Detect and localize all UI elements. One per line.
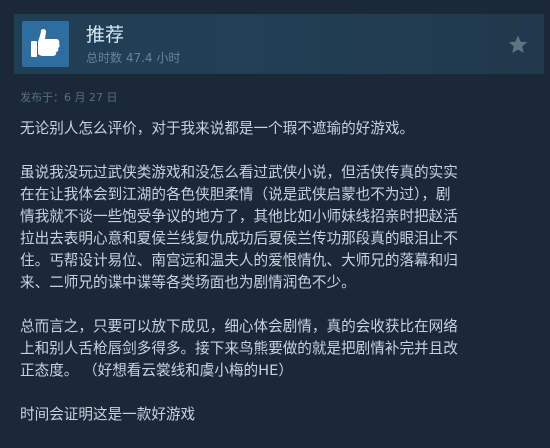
review-line: 上和别人舌枪唇剑多得多。接下来鸟熊要做的就是把剧情补完并且改 <box>20 340 458 357</box>
vote-header[interactable]: 推荐 总时数 47.4 小时 <box>14 14 544 74</box>
review-paragraph: 总而言之，只要可以放下成见，细心体会剧情，真的会收获比在网络 上和别人舌枪唇剑多… <box>20 316 540 382</box>
review-line: 来、二师兄的谍中谍等各类场面也为剧情润色不少。 <box>20 274 356 291</box>
review-paragraph: 无论别人怎么评价，对于我来说都是一个瑕不遮瑜的好游戏。 <box>20 118 540 140</box>
review-line: 正态度。 （好想看云裳线和虞小梅的HE） <box>20 362 293 379</box>
recommendation-title: 推荐 <box>86 24 125 46</box>
review-body: 无论别人怎么评价，对于我来说都是一个瑕不遮瑜的好游戏。 虽说我没玩过武侠类游戏和… <box>20 118 540 448</box>
review-line: 拉出去表明心意和夏侯兰线复仇成功后夏侯兰传功那段真的眼泪止不 <box>20 230 458 247</box>
review-line: 无论别人怎么评价，对于我来说都是一个瑕不遮瑜的好游戏。 <box>20 120 415 137</box>
posted-date: 发布于：6 月 27 日 <box>20 91 118 104</box>
star-icon[interactable] <box>508 35 528 54</box>
review-line: 总而言之，只要可以放下成见，细心体会剧情，真的会收获比在网络 <box>20 318 458 335</box>
thumbs-up-icon <box>22 21 69 67</box>
review-line: 在在让我体会到江湖的各色侠胆柔情（说是武侠启蒙也不为过），剧 <box>20 186 451 203</box>
review-line: 虽说我没玩过武侠类游戏和没怎么看过武侠小说，但活侠传真的实实 <box>20 164 458 181</box>
review-paragraph: 虽说我没玩过武侠类游戏和没怎么看过武侠小说，但活侠传真的实实 在在让我体会到江湖… <box>20 162 540 294</box>
review-paragraph: 时间会证明这是一款好游戏 <box>20 404 540 426</box>
review-line: 住。丐帮设计易位、南宫远和温夫人的爱恨情仇、大师兄的落幕和归 <box>20 252 458 269</box>
review-card: 推荐 总时数 47.4 小时 发布于：6 月 27 日 无论别人怎么评价，对于我… <box>0 0 550 431</box>
review-line: 情我就不谈一些饱受争议的地方了，其他比如小师妹线招亲时把赵活 <box>20 208 458 225</box>
review-line: 时间会证明这是一款好游戏 <box>20 406 196 423</box>
playtime-hours: 总时数 47.4 小时 <box>86 51 181 65</box>
